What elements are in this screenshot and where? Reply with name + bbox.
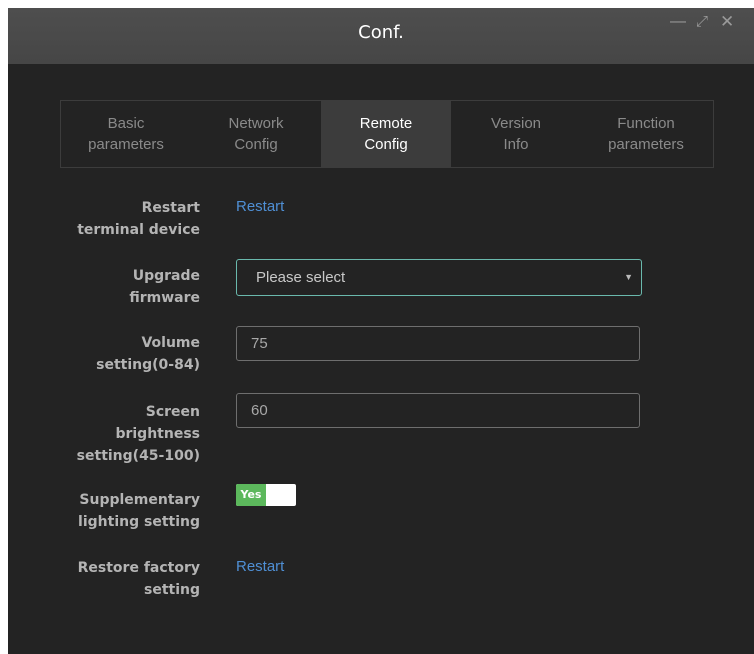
tab-label-line2: Config	[234, 136, 278, 153]
label-line2: firmware	[129, 290, 200, 306]
label-line2: terminal device	[77, 222, 200, 238]
restart-terminal-label: Restart terminal device	[20, 197, 200, 241]
firmware-select-value: Please select	[256, 269, 346, 286]
tab-label-line2: Config	[364, 136, 408, 153]
label-line2: brightness	[115, 426, 200, 442]
minimize-icon[interactable]: —	[670, 14, 686, 30]
label-line1: Restore factory	[77, 560, 200, 576]
label-line2: lighting setting	[78, 514, 200, 530]
toggle-on-label: Yes	[236, 484, 266, 506]
label-line2: setting	[144, 582, 200, 598]
brightness-input[interactable]	[236, 393, 640, 428]
restart-terminal-link[interactable]: Restart	[236, 197, 284, 217]
restore-factory-link[interactable]: Restart	[236, 557, 284, 577]
label-line2: setting(0-84)	[96, 357, 200, 373]
tab-remote-config[interactable]: Remote Config	[321, 101, 451, 167]
label-line1: Volume	[141, 335, 200, 351]
tab-label-line1: Network	[228, 115, 284, 132]
label-line1: Restart	[141, 200, 200, 216]
upgrade-firmware-label: Upgrade firmware	[20, 265, 200, 309]
volume-label: Volume setting(0-84)	[20, 332, 200, 376]
tab-label-line1: Version	[490, 115, 542, 132]
close-icon[interactable]: ✕	[720, 13, 734, 30]
tab-function-parameters[interactable]: Function parameters	[581, 101, 711, 167]
config-window: Conf. — ⤢ ✕ Basic parameters Network Con…	[8, 8, 754, 654]
tab-network-config[interactable]: Network Config	[191, 101, 321, 167]
tab-label-line1: Basic	[107, 115, 145, 132]
maximize-icon[interactable]: ⤢	[696, 14, 708, 30]
label-line1: Upgrade	[132, 268, 200, 284]
volume-input[interactable]	[236, 326, 640, 361]
window-title: Conf.	[358, 22, 404, 43]
tab-basic-parameters[interactable]: Basic parameters	[61, 101, 191, 167]
supplementary-lighting-label: Supplementary lighting setting	[20, 489, 200, 533]
tab-bar: Basic parameters Network Config Remote C…	[60, 100, 714, 168]
tab-label-line1: Remote	[359, 115, 413, 132]
label-line1: Supplementary	[79, 492, 200, 508]
label-line3: setting(45-100)	[76, 448, 200, 464]
supplementary-lighting-toggle[interactable]: Yes	[236, 484, 296, 506]
caret-down-icon: ▼	[624, 272, 633, 282]
tab-version-info[interactable]: Version Info	[451, 101, 581, 167]
restore-factory-label: Restore factory setting	[20, 557, 200, 601]
tab-label-line2: Info	[503, 136, 529, 153]
tab-label-line1: Function	[617, 115, 675, 132]
tab-label-line2: parameters	[88, 136, 164, 153]
label-line1: Screen	[145, 404, 200, 420]
brightness-label: Screen brightness setting(45-100)	[20, 401, 200, 467]
tab-label-line2: parameters	[608, 136, 684, 153]
firmware-select[interactable]: Please select ▼	[236, 259, 642, 296]
title-bar: Conf. — ⤢ ✕	[8, 8, 754, 64]
